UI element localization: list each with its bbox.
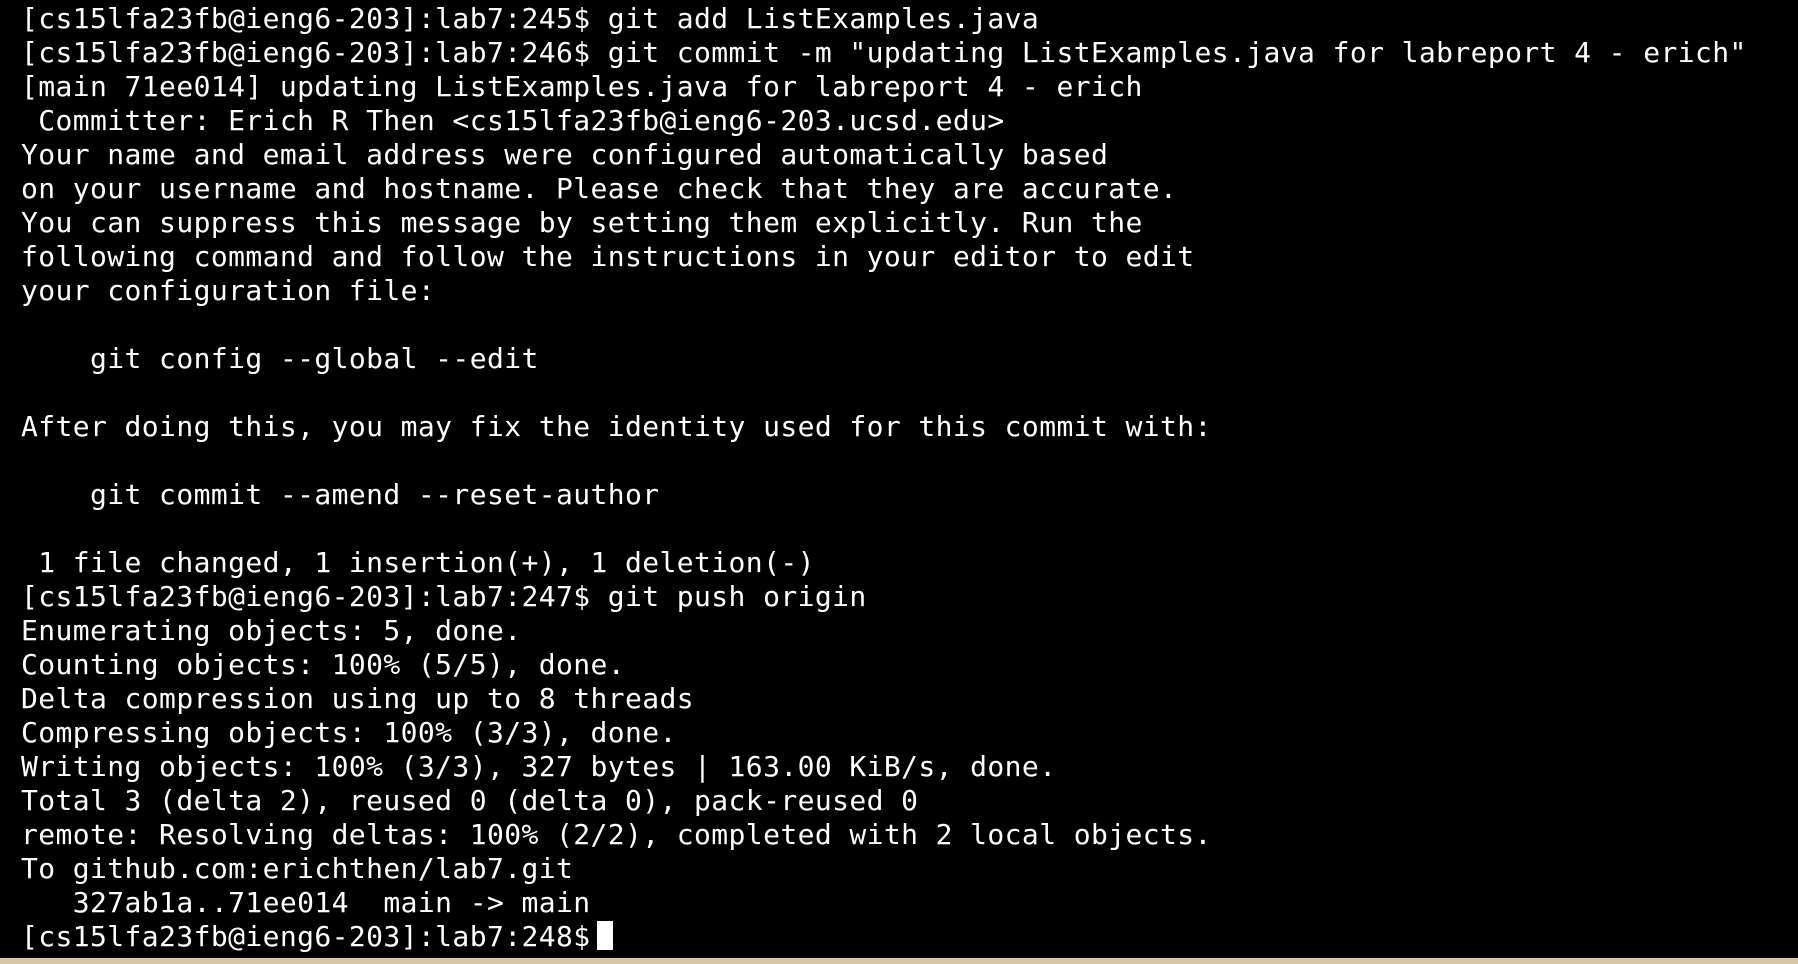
terminal-prompt: [cs15lfa23fb@ieng6-203]:lab7:248$ <box>21 920 591 953</box>
window-bottom-border <box>0 958 1798 964</box>
terminal-line: your configuration file: <box>21 274 436 307</box>
terminal-line: following command and follow the instruc… <box>21 240 1195 273</box>
terminal-line: Writing objects: 100% (3/3), 327 bytes |… <box>21 750 1057 783</box>
terminal-line: [main 71ee014] updating ListExamples.jav… <box>21 70 1143 103</box>
terminal-line: git config --global --edit <box>21 342 539 375</box>
terminal-line: 1 file changed, 1 insertion(+), 1 deleti… <box>21 546 815 579</box>
terminal-line: Delta compression using up to 8 threads <box>21 682 695 715</box>
terminal-line: You can suppress this message by setting… <box>21 206 1143 239</box>
terminal-line: [cs15lfa23fb@ieng6-203]:lab7:246$ git co… <box>21 36 1747 69</box>
terminal-line: To github.com:erichthen/lab7.git <box>21 852 574 885</box>
terminal-line: After doing this, you may fix the identi… <box>21 410 1212 443</box>
terminal-line: [cs15lfa23fb@ieng6-203]:lab7:245$ git ad… <box>21 2 1040 35</box>
terminal-window[interactable]: [cs15lfa23fb@ieng6-203]:lab7:245$ git ad… <box>0 0 1798 958</box>
terminal-line: [cs15lfa23fb@ieng6-203]:lab7:247$ git pu… <box>21 580 867 613</box>
terminal-line: Enumerating objects: 5, done. <box>21 614 522 647</box>
terminal-line: 327ab1a..71ee014 main -> main <box>21 886 591 919</box>
terminal-line: remote: Resolving deltas: 100% (2/2), co… <box>21 818 1212 851</box>
terminal-line: Committer: Erich R Then <cs15lfa23fb@ien… <box>21 104 1005 137</box>
terminal-line: git commit --amend --reset-author <box>21 478 660 511</box>
terminal-line: Compressing objects: 100% (3/3), done. <box>21 716 677 749</box>
terminal-cursor[interactable] <box>596 921 613 950</box>
terminal-line: on your username and hostname. Please ch… <box>21 172 1178 205</box>
terminal-line: Counting objects: 100% (5/5), done. <box>21 648 626 681</box>
terminal-line: Your name and email address were configu… <box>21 138 1109 171</box>
terminal-line: Total 3 (delta 2), reused 0 (delta 0), p… <box>21 784 919 817</box>
terminal-prompt-line[interactable]: [cs15lfa23fb@ieng6-203]:lab7:248$ <box>21 920 1798 954</box>
